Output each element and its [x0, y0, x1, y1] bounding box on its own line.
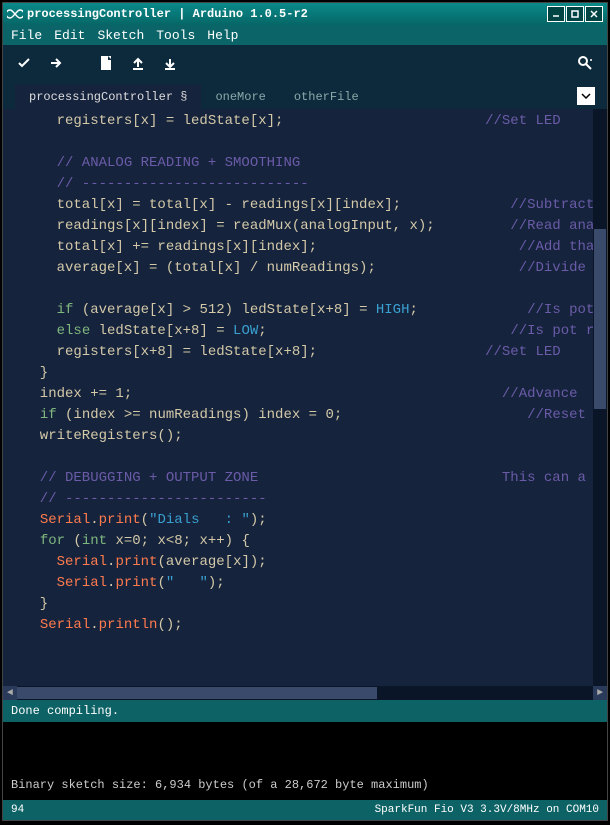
- vertical-scroll-thumb[interactable]: [594, 229, 606, 409]
- scroll-right-button[interactable]: ►: [593, 686, 607, 700]
- board-info: SparkFun Fio V3 3.3V/8MHz on COM10: [375, 804, 599, 816]
- console-output[interactable]: Binary sketch size: 6,934 bytes (of a 28…: [3, 722, 607, 800]
- window-title: processingController | Arduino 1.0.5-r2: [27, 7, 547, 21]
- tab-menu-button[interactable]: [577, 87, 595, 105]
- upload-button[interactable]: [45, 52, 67, 74]
- console-line: Binary sketch size: 6,934 bytes (of a 28…: [11, 778, 599, 792]
- app-window: processingController | Arduino 1.0.5-r2 …: [2, 2, 608, 821]
- arduino-icon: [7, 6, 23, 22]
- titlebar[interactable]: processingController | Arduino 1.0.5-r2: [3, 3, 607, 25]
- code-content[interactable]: registers[x] = ledState[x]; //Set LED //…: [3, 109, 607, 638]
- menu-help[interactable]: Help: [207, 28, 238, 43]
- open-button[interactable]: [127, 52, 149, 74]
- menu-file[interactable]: File: [11, 28, 42, 43]
- verify-button[interactable]: [13, 52, 35, 74]
- horizontal-scroll-thumb[interactable]: [17, 687, 377, 699]
- statusbar: 94 SparkFun Fio V3 3.3V/8MHz on COM10: [3, 800, 607, 820]
- minimize-button[interactable]: [547, 6, 565, 22]
- toolbar: [3, 45, 607, 81]
- tab-processing-controller[interactable]: processingController §: [15, 85, 201, 109]
- menubar: File Edit Sketch Tools Help: [3, 25, 607, 45]
- line-number: 94: [11, 804, 24, 816]
- tabbar: processingController § oneMore otherFile: [3, 81, 607, 109]
- menu-tools[interactable]: Tools: [156, 28, 195, 43]
- console-status: Done compiling.: [3, 700, 607, 722]
- serial-monitor-button[interactable]: [575, 52, 597, 74]
- code-editor[interactable]: registers[x] = ledState[x]; //Set LED //…: [3, 109, 607, 686]
- scroll-left-button[interactable]: ◄: [3, 686, 17, 700]
- menu-sketch[interactable]: Sketch: [97, 28, 144, 43]
- new-button[interactable]: [95, 52, 117, 74]
- maximize-button[interactable]: [566, 6, 584, 22]
- compile-status: Done compiling.: [11, 704, 119, 718]
- horizontal-scrollbar[interactable]: ◄ ►: [3, 686, 607, 700]
- menu-edit[interactable]: Edit: [54, 28, 85, 43]
- tab-one-more[interactable]: oneMore: [201, 85, 279, 109]
- vertical-scrollbar[interactable]: [593, 109, 607, 686]
- window-controls: [547, 6, 603, 22]
- tab-other-file[interactable]: otherFile: [280, 85, 373, 109]
- save-button[interactable]: [159, 52, 181, 74]
- horizontal-scroll-track[interactable]: [17, 686, 593, 700]
- close-button[interactable]: [585, 6, 603, 22]
